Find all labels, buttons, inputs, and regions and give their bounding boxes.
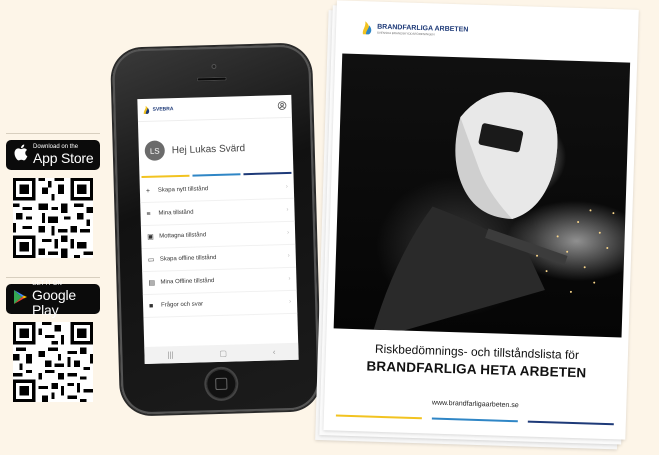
- inbox-icon: ▣: [147, 233, 154, 241]
- account-icon[interactable]: [277, 97, 287, 115]
- flame-logo-icon: [362, 21, 372, 35]
- chevron-right-icon: ›: [285, 183, 288, 191]
- chat-icon: ■: [149, 302, 154, 310]
- greeting-text: Hej Lukas Svärd: [171, 142, 246, 156]
- chevron-right-icon: ›: [287, 229, 290, 237]
- app-store-badge[interactable]: Download on the App Store: [6, 140, 100, 170]
- grid-icon: ▤: [148, 279, 156, 287]
- google-play-big-text: Google Play: [32, 286, 76, 318]
- chevron-right-icon: ›: [288, 298, 292, 305]
- menu-item-label: Skapa nytt tillstånd: [157, 186, 209, 194]
- welder-illustration: [373, 92, 568, 331]
- chevron-right-icon: ›: [288, 275, 291, 282]
- home-nav-icon[interactable]: ▢: [219, 349, 227, 358]
- chevron-right-icon: ›: [287, 252, 290, 260]
- list-icon: ≡: [146, 210, 151, 218]
- menu-item-fragor[interactable]: ■ Frågor och svar ›: [142, 290, 298, 319]
- svebra-logo-icon: [143, 105, 150, 114]
- menu-item-label: Skapa offline tillstånd: [159, 255, 217, 263]
- divider: [6, 277, 100, 278]
- welder-photo: [333, 53, 631, 338]
- plus-icon: +: [145, 187, 151, 195]
- booklet-url: www.brandfarligaarbeten.se: [431, 399, 519, 410]
- menu-item-label: Frågor och svar: [161, 301, 204, 309]
- app-store-qr-code: [13, 178, 93, 258]
- booklet-logo: BRANDFARLIGA ARBETEN SVENSKA BRANDSKYDDS…: [361, 21, 469, 38]
- avatar[interactable]: LS: [144, 140, 166, 161]
- camera-icon: [211, 63, 217, 70]
- app-screen: SVEBRA LS Hej Lukas Svärd + Skapa nytt t…: [137, 94, 299, 365]
- recents-icon[interactable]: |||: [167, 350, 173, 359]
- menu-item-label: Mottagna tillstånd: [159, 232, 207, 240]
- booklet-cover: BRANDFARLIGA ARBETEN SVENSKA BRANDSKYDDS…: [315, 0, 639, 450]
- app-brand: SVEBRA: [152, 106, 174, 113]
- speaker-grille: [196, 76, 227, 82]
- google-play-badge[interactable]: GET IT ON Google Play: [6, 281, 100, 317]
- chevron-right-icon: ›: [286, 206, 289, 214]
- phone-mockup: SVEBRA LS Hej Lukas Svärd + Skapa nytt t…: [111, 44, 321, 415]
- app-logo: SVEBRA: [143, 105, 174, 115]
- google-play-qr-code: [13, 322, 93, 402]
- back-icon[interactable]: ‹: [273, 347, 276, 356]
- google-play-icon: [14, 289, 27, 309]
- menu-item-label: Mina tillstånd: [158, 209, 194, 217]
- app-menu: + Skapa nytt tillstånd › ≡ Mina tillstån…: [139, 175, 298, 319]
- front-page: BRANDFARLIGA ARBETEN SVENSKA BRANDSKYDDS…: [323, 0, 639, 440]
- greeting-row: LS Hej Lukas Svärd: [138, 118, 293, 165]
- monitor-icon: ▭: [147, 256, 155, 264]
- divider: [6, 133, 100, 134]
- cover-stripes: [335, 414, 614, 426]
- menu-item-label: Mina Offline tillstånd: [160, 278, 215, 286]
- app-store-big-text: App Store: [33, 150, 94, 166]
- apple-icon: [14, 144, 28, 166]
